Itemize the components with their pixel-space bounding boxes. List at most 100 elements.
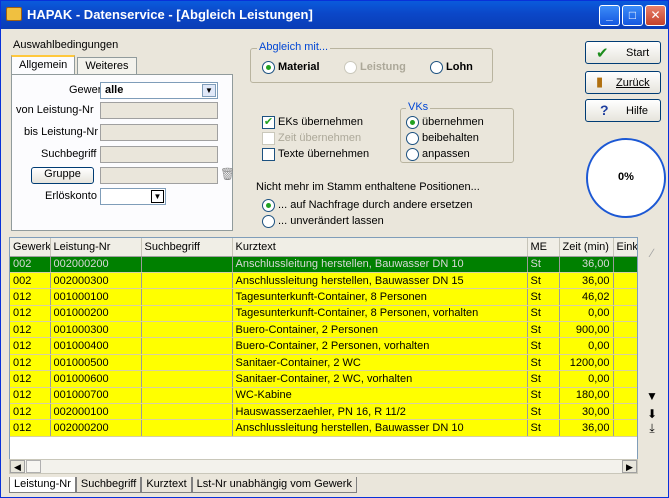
table-cell: 180,00: [559, 387, 614, 405]
table-cell: [141, 256, 233, 273]
such-field[interactable]: [100, 146, 218, 163]
scroll-left-icon[interactable]: ◀: [10, 460, 25, 473]
col-zeit[interactable]: Zeit (min): [559, 238, 614, 257]
table-cell: Tagesunterkunft-Container, 8 Personen: [232, 288, 528, 306]
gruppe-button[interactable]: Gruppe: [31, 167, 94, 184]
gewerk-select[interactable]: alle ▼: [100, 82, 218, 99]
table-cell: 012: [10, 387, 51, 405]
gruppe-field[interactable]: [100, 167, 218, 184]
col-suchbegriff[interactable]: Suchbegriff: [141, 238, 233, 257]
table-cell: 002000300: [50, 272, 142, 290]
table-cell: 40: [613, 321, 637, 339]
nav-last-icon[interactable]: ⤓: [645, 421, 659, 436]
trash-icon[interactable]: 🗑: [220, 167, 235, 181]
table-cell: Anschlussleitung herstellen, Bauwasser D…: [232, 419, 528, 437]
erloes-select[interactable]: ▼: [100, 188, 166, 205]
table-row[interactable]: 012 001000100 Tagesunterkunft-Container, 8…: [10, 288, 637, 306]
sort-tab-suchbegriff[interactable]: Suchbegriff: [75, 477, 142, 493]
bis-label: bis Leistung-Nr: [24, 126, 98, 138]
table-cell: 900,00: [559, 321, 614, 339]
radio-vk-uebernehmen[interactable]: [406, 116, 419, 129]
table-row[interactable]: 012 001000200 Tagesunterkunft-Container, 8…: [10, 305, 637, 323]
table-cell: 002000200: [50, 419, 142, 437]
radio-vk-anpassen[interactable]: [406, 148, 419, 161]
scroll-right-icon[interactable]: ▶: [622, 460, 637, 473]
bis-field[interactable]: [100, 124, 218, 141]
leistung-label: Leistung: [360, 61, 406, 73]
table-row[interactable]: 012 001000600 Sanitaer-Container, 2 WC, vo…: [10, 370, 637, 388]
sort-tab-lst-nr[interactable]: Lst-Nr unabhängig vom Gewerk: [191, 477, 357, 493]
eks-label: EKs übernehmen: [278, 116, 363, 128]
table-cell: 001000700: [50, 387, 142, 405]
table-cell: 0,00: [559, 370, 614, 388]
chevron-down-icon[interactable]: ▼: [202, 84, 216, 97]
hilfe-label: Hilfe: [626, 105, 649, 117]
table-row[interactable]: 012 001000500 Sanitaer-Container, 2 WC St 12…: [10, 354, 637, 372]
sort-tab-kurztext[interactable]: Kurztext: [141, 477, 192, 493]
zeit-checkbox[interactable]: [262, 132, 275, 145]
table-cell: St: [527, 305, 560, 323]
horizontal-scrollbar[interactable]: ◀ ▶: [9, 459, 638, 474]
table-cell: 012: [10, 403, 51, 421]
nav-page-down-icon[interactable]: ⬇: [645, 407, 659, 421]
window-title: HAPAK - Datenservice - [Abgleich Leistun…: [27, 7, 313, 22]
table-cell: 64: [613, 354, 637, 372]
maximize-button[interactable]: □: [622, 5, 643, 26]
col-gewerk[interactable]: Gewerk: [10, 238, 51, 257]
table-cell: 27: [613, 337, 637, 355]
start-button[interactable]: ✔ Start: [585, 41, 661, 64]
radio-lohn[interactable]: [430, 61, 443, 74]
table-row[interactable]: 012 002000100 Hauswasserzaehler, PN 16, R …: [10, 403, 637, 421]
close-button[interactable]: ✕: [645, 5, 666, 26]
col-me[interactable]: ME: [527, 238, 560, 257]
scroll-thumb[interactable]: [26, 460, 41, 473]
von-field[interactable]: [100, 102, 218, 119]
auswahl-panel: Gewerk alle ▼ von Leistung-Nr bis Leistu…: [11, 74, 235, 231]
table-cell: 001000200: [50, 305, 142, 323]
col-leistung-nr[interactable]: Leistung-Nr: [50, 238, 142, 257]
col-kurztext[interactable]: Kurztext: [232, 238, 528, 257]
radio-ersetzen[interactable]: [262, 199, 275, 212]
table-cell: 012: [10, 321, 51, 339]
zurueck-label: Zurück: [616, 77, 650, 89]
table-cell: Sanitaer-Container, 2 WC, vorhalten: [232, 370, 528, 388]
table-row[interactable]: 012001000700 WC-KabineSt180,0069: [10, 387, 637, 405]
table-cell: 002: [10, 272, 51, 290]
auswahl-group-label: Auswahlbedingungen: [11, 39, 121, 51]
table-row[interactable]: 002 002000200 Anschlussleitung herstellen,…: [10, 256, 637, 273]
nav-down-icon[interactable]: ▼: [645, 389, 659, 403]
col-einkauf[interactable]: Einkauf: [613, 238, 637, 257]
table-cell: St: [527, 387, 560, 405]
radio-unveraendert[interactable]: [262, 215, 275, 228]
table-cell: St: [527, 321, 560, 339]
table-row[interactable]: 002 002000300 Anschlussleitung herstellen,…: [10, 272, 637, 290]
table-row[interactable]: 012 002000200 Anschlussleitung herstellen,…: [10, 419, 637, 437]
eks-checkbox[interactable]: ✔: [262, 116, 275, 129]
table-cell: 36,00: [559, 419, 614, 437]
gewerk-value: alle: [105, 84, 124, 96]
tab-weiteres[interactable]: Weiteres: [77, 57, 137, 75]
zurueck-button[interactable]: ▮ Zurück: [585, 71, 661, 94]
texte-checkbox[interactable]: [262, 148, 275, 161]
chevron-down-icon[interactable]: ▼: [151, 190, 164, 203]
sort-tab-leistung-nr[interactable]: Leistung-Nr: [9, 477, 76, 493]
table-row[interactable]: 012 001000400 Buero-Container, 2 Personen,…: [10, 337, 637, 355]
checkmark-icon: ✔: [596, 45, 609, 62]
tab-allgemein[interactable]: Allgemein: [11, 55, 76, 75]
table-cell: 5: [613, 403, 637, 421]
table-cell: 0,00: [559, 305, 614, 323]
table-cell: [613, 256, 637, 273]
hilfe-button[interactable]: ? Hilfe: [585, 99, 661, 122]
nav-top-icon[interactable]: ∕: [645, 246, 659, 260]
radio-material[interactable]: [262, 61, 275, 74]
texte-label: Texte übernehmen: [278, 148, 370, 160]
radio-vk-beibehalten[interactable]: [406, 132, 419, 145]
table-cell: [141, 305, 233, 323]
radio-leistung[interactable]: [344, 61, 357, 74]
abgleich-group-label: Abgleich mit...: [257, 41, 331, 53]
table-row[interactable]: 012 001000300 Buero-Container, 2 Personen S…: [10, 321, 637, 339]
table-cell: 36,00: [559, 256, 614, 273]
minimize-button[interactable]: _: [599, 5, 620, 26]
von-label: von Leistung-Nr: [16, 104, 94, 116]
erloes-label: Erlöskonto: [45, 190, 97, 202]
